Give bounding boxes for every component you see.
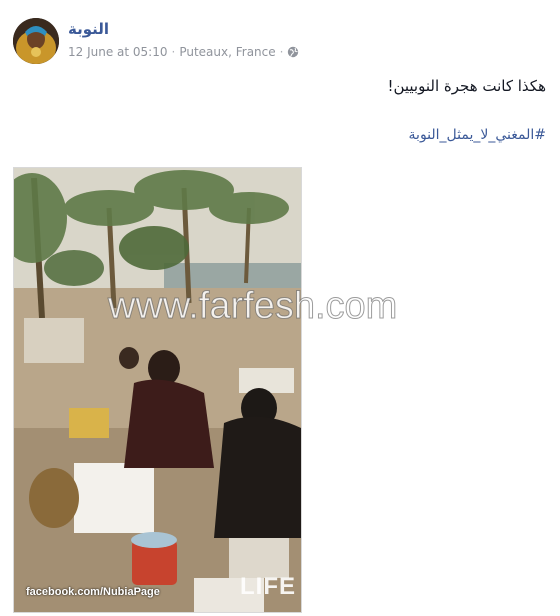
meta-separator: · [171,45,176,59]
life-logo: LIFE [240,573,296,600]
post-photo[interactable] [13,167,302,613]
facebook-post: النوبة 12 June at 05:10 · Puteaux, Franc… [0,0,560,616]
photo-credit: facebook.com/NubiaPage [26,586,160,598]
globe-icon[interactable] [287,46,299,58]
meta-separator: · [279,45,284,59]
post-location[interactable]: Puteaux, France [179,45,275,59]
page-name-link[interactable]: النوبة [68,20,109,38]
post-meta: 12 June at 05:10 · Puteaux, France · [68,45,299,59]
page-avatar[interactable] [13,18,59,64]
post-timestamp[interactable]: 12 June at 05:10 [68,45,168,59]
watermark-text: www.farfesh.com [107,285,398,328]
hashtag-link[interactable]: #المغني_لا_يمثل_النوبة [409,127,546,143]
post-message: هكذا كانت هجرة النوبيين! [387,77,546,95]
